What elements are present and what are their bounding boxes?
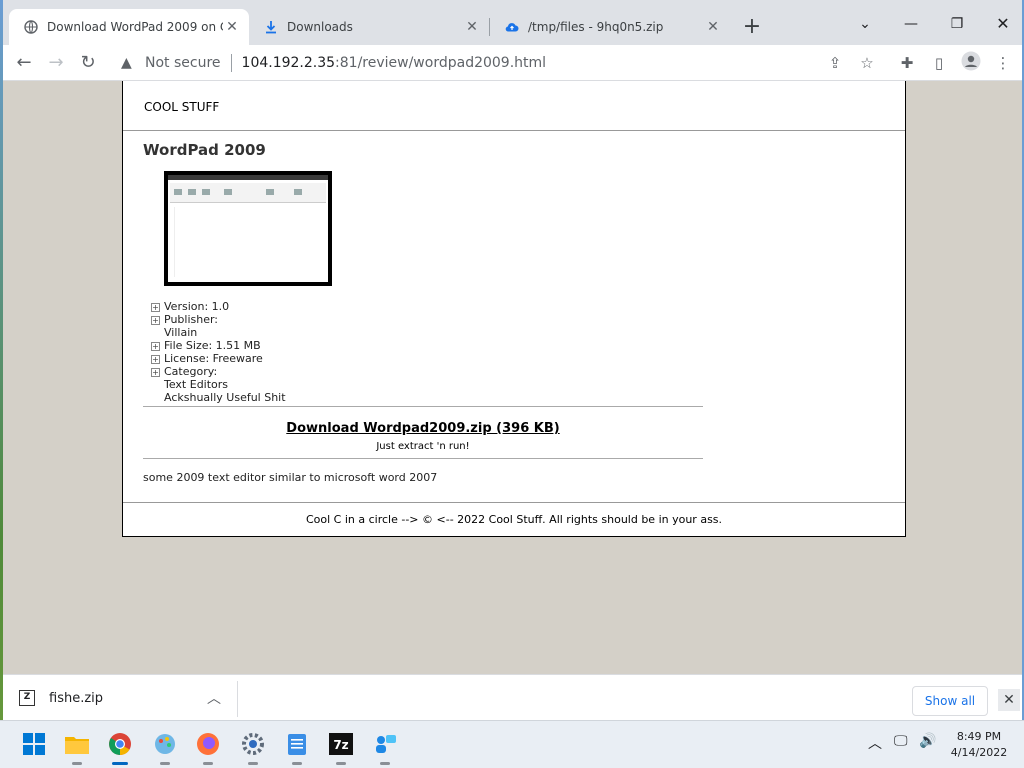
- zip-file-icon: Z: [19, 690, 35, 706]
- share-icon[interactable]: ⇪: [823, 51, 847, 75]
- detail-version: + Version: 1.0: [151, 300, 230, 313]
- expand-icon[interactable]: +: [151, 316, 160, 325]
- reload-icon[interactable]: ↻: [75, 50, 101, 76]
- expand-icon[interactable]: +: [151, 342, 160, 351]
- show-hidden-icons-chevron-icon[interactable]: ︿: [868, 733, 882, 753]
- forward-icon[interactable]: →: [43, 50, 69, 76]
- new-tab-button[interactable]: +: [739, 14, 765, 40]
- window-close-icon[interactable]: ✕: [988, 12, 1018, 36]
- tab-title: Downloads: [287, 20, 353, 34]
- system-clock[interactable]: 8:49 PM 4/14/2022: [944, 729, 1014, 761]
- category-value-2: Ackshually Useful Shit: [164, 391, 286, 404]
- settings-gear-icon[interactable]: [239, 730, 267, 765]
- shelf-divider: [237, 681, 238, 717]
- tab-strip: Download WordPad 2009 on COOL STUFF ✕ Do…: [3, 0, 1022, 45]
- tab-title: /tmp/files - 9hq0n5.zip: [528, 20, 664, 34]
- back-icon[interactable]: ←: [11, 50, 37, 76]
- notepad-icon[interactable]: [283, 730, 311, 765]
- address-divider: [230, 54, 232, 72]
- menu-kebab-icon[interactable]: ⋮: [991, 51, 1015, 75]
- download-icon: [263, 19, 279, 35]
- chrome-icon[interactable]: [106, 730, 134, 765]
- download-item[interactable]: Z fishe.zip: [19, 683, 103, 713]
- page-content: WordPad 2009 + Version: 1.0 + Publisher:…: [123, 131, 905, 484]
- volume-icon[interactable]: 🔊: [919, 733, 936, 749]
- tab-title: Download WordPad 2009 on COOL STUFF: [47, 20, 223, 34]
- tab-downloads[interactable]: Downloads ✕: [249, 9, 489, 45]
- taskbar: 7z ︿ 🖵 🔊 8:49 PM 4/14/2022: [0, 720, 1024, 768]
- chevron-up-icon[interactable]: ︿: [207, 688, 221, 708]
- warning-icon[interactable]: ▲: [121, 55, 139, 71]
- bookmark-star-icon[interactable]: ☆: [855, 51, 879, 75]
- restore-icon[interactable]: ❐: [942, 12, 972, 36]
- detail-license: + License: Freeware: [151, 352, 263, 365]
- paint-app-icon[interactable]: [151, 730, 179, 765]
- site-header: COOL STUFF: [123, 81, 905, 131]
- publisher-value: Villain: [164, 326, 198, 339]
- minimize-icon[interactable]: —: [896, 12, 926, 36]
- windows-start-icon[interactable]: [20, 730, 48, 758]
- show-all-button[interactable]: Show all: [912, 686, 988, 716]
- file-explorer-icon[interactable]: [63, 730, 91, 765]
- expand-icon[interactable]: +: [151, 368, 160, 377]
- browser-toolbar: ← → ↻ ▲ Not secure 104.192.2.35 :81/revi…: [3, 45, 1022, 81]
- tab-tmp-files[interactable]: /tmp/files - 9hq0n5.zip ✕: [490, 9, 730, 45]
- clock-date: 4/14/2022: [950, 746, 1008, 759]
- detail-file-size: + File Size: 1.51 MB: [151, 339, 261, 352]
- page-container: COOL STUFF WordPad 2009 + Version: 1.0 +…: [122, 81, 906, 537]
- close-icon[interactable]: ✕: [704, 19, 722, 35]
- page-title: WordPad 2009: [143, 141, 266, 159]
- clock-time: 8:49 PM: [956, 730, 1002, 743]
- thumbnail-image: [168, 175, 328, 282]
- security-label[interactable]: Not secure: [145, 55, 221, 71]
- extensions-puzzle-icon[interactable]: ✚: [895, 51, 919, 75]
- app-description: some 2009 text editor similar to microso…: [143, 471, 438, 484]
- expand-icon[interactable]: +: [151, 303, 160, 312]
- cloud-upload-icon: [504, 19, 520, 35]
- url-path: :81/review/wordpad2009.html: [335, 55, 547, 71]
- network-icon[interactable]: 🖵: [894, 733, 908, 749]
- globe-icon: [23, 19, 39, 35]
- detail-category: + Category:: [151, 365, 218, 378]
- download-shelf: Z fishe.zip ︿ Show all ✕: [3, 674, 1022, 720]
- download-link[interactable]: Download Wordpad2009.zip (396 KB): [286, 421, 559, 436]
- 7zip-icon[interactable]: 7z: [327, 730, 355, 765]
- firefox-icon[interactable]: [194, 730, 222, 765]
- category-value-1: Text Editors: [164, 378, 229, 391]
- page-viewport[interactable]: COOL STUFF WordPad 2009 + Version: 1.0 +…: [3, 81, 1022, 674]
- close-icon[interactable]: ✕: [463, 19, 481, 35]
- site-footer: Cool C in a circle --> © <-- 2022 Cool S…: [123, 502, 905, 536]
- app-details: + Version: 1.0 + Publisher: Villain + Fi…: [151, 300, 905, 404]
- download-note: Just extract 'n run!: [376, 441, 470, 452]
- side-panel-icon[interactable]: ▯: [927, 51, 951, 75]
- remote-assist-icon[interactable]: [371, 730, 399, 765]
- site-name[interactable]: COOL STUFF: [144, 100, 219, 114]
- detail-publisher: + Publisher:: [151, 313, 219, 326]
- url-host: 104.192.2.35: [241, 55, 336, 71]
- screenshot-thumbnail[interactable]: [164, 171, 332, 286]
- close-shelf-icon[interactable]: ✕: [998, 689, 1020, 711]
- address-bar[interactable]: ▲ Not secure 104.192.2.35 :81/review/wor…: [111, 49, 867, 77]
- profile-avatar-icon[interactable]: [959, 51, 983, 75]
- tab-search-icon[interactable]: ⌄: [850, 12, 880, 36]
- expand-icon[interactable]: +: [151, 355, 160, 364]
- download-section: Download Wordpad2009.zip (396 KB) Just e…: [143, 406, 703, 459]
- download-file-name: fishe.zip: [49, 690, 104, 706]
- tab-download-wordpad[interactable]: Download WordPad 2009 on COOL STUFF ✕: [9, 9, 249, 45]
- close-icon[interactable]: ✕: [223, 19, 241, 35]
- svg-text:7z: 7z: [333, 738, 348, 752]
